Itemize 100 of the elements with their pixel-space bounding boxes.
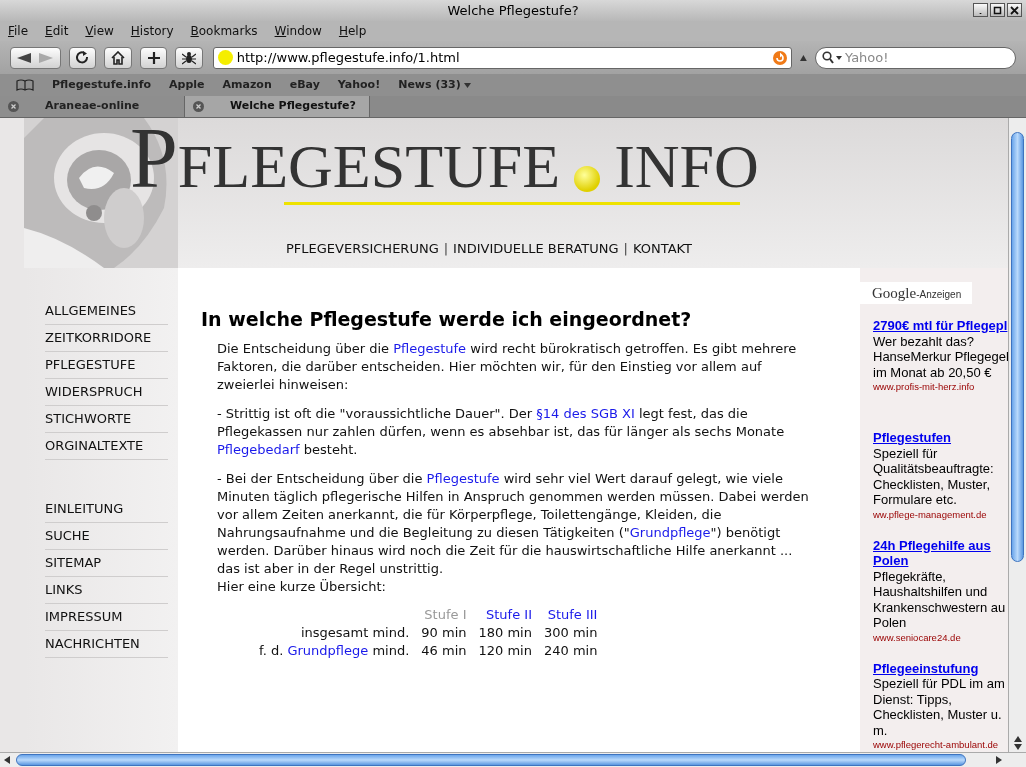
- table-cell-text: 46 min: [420, 642, 467, 660]
- menu-item[interactable]: File: [8, 22, 29, 40]
- bookmark-folder[interactable]: News (33): [398, 76, 471, 94]
- sidebar-link[interactable]: IMPRESSUM: [45, 604, 168, 631]
- bookmark-link[interactable]: eBay: [289, 76, 320, 94]
- menu-item[interactable]: Window: [274, 22, 322, 40]
- menu-item[interactable]: View: [85, 22, 114, 40]
- sidebar-link[interactable]: LINKS: [45, 577, 168, 604]
- browser-tab[interactable]: Araneae-online: [0, 96, 185, 117]
- close-button[interactable]: [1007, 3, 1022, 17]
- spider-button[interactable]: [175, 46, 203, 69]
- minimize-button[interactable]: [973, 3, 988, 17]
- menu-item[interactable]: Help: [338, 22, 367, 40]
- reload-button[interactable]: [68, 46, 97, 69]
- text-link[interactable]: Grundpflege: [629, 525, 711, 540]
- text-link[interactable]: §14 des SGB XI: [536, 406, 635, 421]
- ad-url: www.pflegerecht-ambulant.de: [873, 738, 1000, 752]
- ball-icon: [574, 166, 601, 192]
- paragraph: Hier eine kurze Übersicht:: [217, 578, 387, 596]
- column-header-link[interactable]: Stufe III: [537, 606, 598, 624]
- ad-text: Speziell für PDL im am Dienst: Tipps, Checklisten, Muster u. m.: [873, 676, 1006, 738]
- bookmark-link[interactable]: Pflegestufe.info: [52, 76, 152, 94]
- article-heading: In welche Pflegestufe werde ich eingeordnet?: [201, 307, 693, 332]
- ad-url: www.profis-mit-herz.info: [873, 380, 976, 394]
- scrollbar-thumb[interactable]: [16, 754, 966, 766]
- scroll-left-icon: [4, 756, 10, 764]
- scrollbar-thumb[interactable]: [1011, 132, 1024, 562]
- table-cell-text: 120 min: [477, 642, 532, 660]
- table-cell-text: 240 min: [542, 642, 598, 660]
- table-cell-text: 300 min: [542, 624, 598, 642]
- paragraph: Die Entscheidung über die Pflegestufe wird recht bürokratisch getroffen. Es gibt mehrere Faktoren, die darüber entscheiden. Hier möchten wir, für den Einstieg vor allem auf zweierlei hinweisen:: [217, 340, 798, 394]
- home-button[interactable]: [104, 46, 132, 69]
- site-logo-suffix: INFO: [614, 136, 759, 196]
- ad-text: Pflegekräfte, Haushaltshilfen und Krankenschwestern au Polen: [873, 568, 1007, 631]
- scroll-down-icon: [1013, 744, 1022, 750]
- nav-link[interactable]: INDIVIDUELLE BERATUNG: [453, 239, 619, 259]
- back-arrow-icon: [17, 52, 32, 63]
- maximize-icon: [993, 5, 1002, 15]
- house-icon: [111, 50, 126, 65]
- minimize-icon: [978, 11, 983, 14]
- back-forward-button[interactable]: [10, 46, 61, 69]
- close-icon: [1010, 5, 1019, 15]
- text-link[interactable]: Pflegebedarf: [217, 442, 300, 457]
- ad-url: www.seniocare24.de: [873, 630, 962, 645]
- spider-icon: [181, 50, 196, 65]
- ads-label: -Anzeigen: [916, 289, 962, 300]
- search-bar[interactable]: Yahoo!: [815, 46, 1016, 69]
- menu-item[interactable]: Edit: [45, 22, 69, 40]
- address-bar[interactable]: http://www.pflegestufe.info/1.html: [212, 46, 793, 69]
- close-icon: [8, 101, 19, 112]
- feed-icon: [773, 50, 788, 65]
- bookmark-link[interactable]: Apple: [169, 76, 205, 94]
- plus-icon: [146, 50, 161, 65]
- ad-title-link[interactable]: Pflegestufen: [873, 430, 1008, 446]
- sidebar-link[interactable]: SITEMAP: [45, 550, 168, 577]
- paragraph: - Strittig ist oft die "voraussichtliche Dauer". Der §14 des SGB XI legt fest, das die Pflegekassen nur zahlen dürfen, wenn es absehbar ist, das für länger als sechs Monate Pflegebedarf besteht.: [217, 405, 786, 459]
- search-field[interactable]: Yahoo!: [845, 47, 1015, 68]
- table-cell-text: 180 min: [477, 624, 532, 642]
- add-bookmark-button[interactable]: [139, 46, 168, 69]
- menu-item[interactable]: History: [130, 22, 174, 40]
- text-link[interactable]: Pflegestufe: [393, 341, 467, 356]
- sidebar-link[interactable]: EINLEITUNG: [45, 496, 168, 523]
- vertical-scrollbar[interactable]: [1008, 118, 1026, 752]
- ads-brand: Google: [872, 284, 917, 303]
- ad-url: ww.pflege-management.de: [873, 507, 988, 522]
- sidebar-link[interactable]: ALLGEMEINES: [45, 298, 168, 325]
- bookmark-link[interactable]: Amazon: [222, 76, 272, 94]
- bookmark-link[interactable]: Yahoo!: [337, 76, 381, 94]
- ad-title-link[interactable]: Pflegeeinstufung: [873, 660, 1008, 676]
- browser-tab[interactable]: Welche Pflegestufe?: [185, 96, 370, 117]
- sidebar-link[interactable]: PFLEGESTUFE: [45, 352, 168, 379]
- sidebar-link[interactable]: WIDERSPRUCH: [45, 379, 168, 406]
- sidebar-link[interactable]: ZEITKORRIDORE: [45, 325, 168, 352]
- nav-separator: |: [443, 240, 449, 258]
- nav-link[interactable]: KONTAKT: [632, 239, 693, 259]
- table-cell-text: 90 min: [420, 624, 467, 642]
- sidebar-link[interactable]: STICHWORTE: [45, 406, 168, 433]
- column-header-link[interactable]: Stufe II: [472, 606, 532, 624]
- sidebar-link[interactable]: NACHRICHTEN: [45, 631, 168, 658]
- text-link[interactable]: Pflegestufe: [426, 471, 500, 486]
- menu-item[interactable]: Bookmarks: [190, 22, 258, 40]
- site-favicon-icon: [217, 50, 233, 65]
- text-link[interactable]: Grundpflege: [287, 643, 369, 658]
- column-header: Stufe I: [423, 606, 467, 624]
- nav-link[interactable]: PFLEGEVERSICHERUNG: [286, 239, 439, 259]
- dropdown-caret-icon: [463, 82, 471, 88]
- ad-title-link[interactable]: 24h Pflegehilfe aus Polen: [873, 537, 1008, 569]
- maximize-button[interactable]: [990, 3, 1005, 17]
- book-icon: [16, 79, 34, 91]
- caret-icon: [800, 54, 807, 61]
- row-label: f. d. Grundpflege mind.: [259, 642, 410, 660]
- ad-text: Speziell für Qualitätsbeauftragte: Checklisten, Muster, Formulare etc.: [873, 445, 995, 508]
- horizontal-scrollbar[interactable]: [0, 752, 1026, 767]
- address-field[interactable]: http://www.pflegestufe.info/1.html: [236, 47, 770, 68]
- sidebar-link[interactable]: ORGINALTEXTE: [45, 433, 168, 460]
- scroll-up-icon: [1013, 736, 1022, 742]
- scroll-right-icon: [996, 756, 1002, 764]
- window-title: Welche Pflegestufe?: [447, 1, 579, 20]
- ad-title-link[interactable]: 2790€ mtl für Pflegepl: [873, 318, 1008, 334]
- sidebar-link[interactable]: SUCHE: [45, 523, 168, 550]
